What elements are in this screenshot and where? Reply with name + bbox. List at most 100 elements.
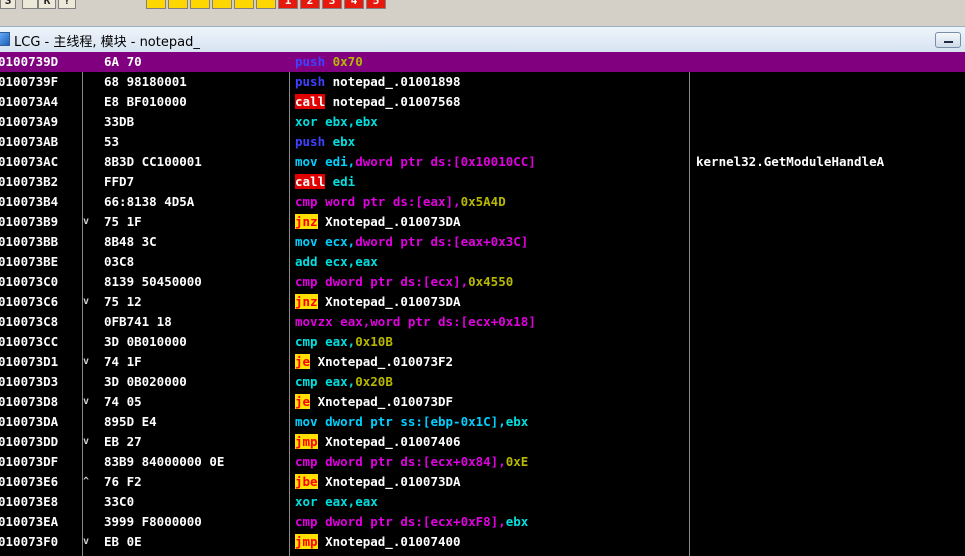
jump-down-marker: v [83, 296, 90, 307]
disassembly: jnz Xnotepad_.010073DA [295, 212, 461, 232]
address: 010073F0 [0, 534, 59, 549]
address: 010073B2 [0, 174, 59, 189]
address: 0100739D [0, 54, 59, 69]
toolbar-button[interactable]: 4 [344, 0, 364, 9]
mnemonic: mov [295, 414, 318, 429]
jump-down-marker: v [83, 436, 90, 447]
disasm-row[interactable]: 010073E6 ^ 76 F2 jbe Xnotepad_.010073DA [0, 472, 965, 492]
toolbar-button[interactable] [256, 0, 276, 9]
disasm-row[interactable]: 010073C0 8139 50450000 cmp dword ptr ds:[e… [0, 272, 965, 292]
toolbar-button[interactable] [190, 0, 210, 9]
operand: word ptr ds:[eax], [317, 194, 461, 209]
disasm-row[interactable]: 010073D1 v 74 1F je Xnotepad_.010073F2 [0, 352, 965, 372]
address: 010073C8 [0, 314, 59, 329]
operand: Xnotepad_.010073F2 [310, 354, 454, 369]
disassembly: xor eax,eax [295, 492, 378, 512]
address: 010073DF [0, 454, 59, 469]
hex-bytes: 0FB741 18 [104, 314, 172, 329]
toolbar-button[interactable]: 5 [366, 0, 386, 9]
disasm-row[interactable]: 010073BB 8B48 3C mov ecx,dword ptr ds:[eax… [0, 232, 965, 252]
mnemonic: call [295, 174, 326, 189]
address: 010073B9 [0, 214, 59, 229]
disasm-row[interactable]: 010073D8 v 74 05 je Xnotepad_.010073DF [0, 392, 965, 412]
disasm-row[interactable]: 010073D3 3D 0B020000 cmp eax,0x20B [0, 372, 965, 392]
disassembly: jnz Xnotepad_.010073DA [295, 292, 461, 312]
disasm-row[interactable]: 010073B2 FFD7 call edi [0, 172, 965, 192]
disassembly: push ebx [295, 132, 355, 152]
address: 010073B4 [0, 194, 59, 209]
operand: notepad_.01001898 [325, 74, 461, 89]
minimize-button[interactable] [935, 32, 961, 48]
toolbar-button[interactable]: K [38, 0, 56, 9]
toolbar-button[interactable] [234, 0, 254, 9]
disassembly-grid[interactable]: 0100739D 6A 70 push 0x70 0100739F 68 9818000… [0, 52, 965, 556]
address: 010073E6 [0, 474, 59, 489]
disasm-row[interactable]: 010073A4 E8 BF010000 call notepad_.0100756… [0, 92, 965, 112]
disasm-row[interactable]: 010073CC 3D 0B010000 cmp eax,0x10B [0, 332, 965, 352]
operand: dword ptr ss:[ebp-0x1C], [317, 414, 506, 429]
disasm-row[interactable]: 010073EA 3999 F8000000 cmp dword ptr ds:[e… [0, 512, 965, 532]
disasm-row[interactable]: 010073BE 03C8 add ecx,eax [0, 252, 965, 272]
disassembly: push notepad_.01001898 [295, 72, 461, 92]
hex-bytes: 74 1F [104, 354, 142, 369]
toolbar-button[interactable] [22, 0, 38, 9]
hex-bytes: 8B3D CC100001 [104, 154, 202, 169]
jump-down-marker: v [83, 396, 90, 407]
toolbar-button[interactable]: 1 [278, 0, 298, 9]
mnemonic: jnz [295, 214, 318, 229]
operand: Xnotepad_.01007406 [317, 434, 461, 449]
disasm-row[interactable]: 010073A9 33DB xor ebx,ebx [0, 112, 965, 132]
toolbar-button[interactable] [146, 0, 166, 9]
disasm-row[interactable]: 010073AC 8B3D CC100001 mov edi,dword ptr d… [0, 152, 965, 172]
toolbar-button[interactable]: ? [58, 0, 76, 9]
operand: ebx,ebx [317, 114, 378, 129]
disasm-row[interactable]: 010073DF 83B9 84000000 0E cmp dword ptr ds… [0, 452, 965, 472]
disasm-row[interactable]: 010073C8 0FB741 18 movzx eax,word ptr ds:[… [0, 312, 965, 332]
mnemonic: jmp [295, 434, 318, 449]
disassembly: mov dword ptr ss:[ebp-0x1C],ebx [295, 412, 528, 432]
disasm-row[interactable]: 010073B9 v 75 1F jnz Xnotepad_.010073DA [0, 212, 965, 232]
operand: dword ptr ds:[eax+0x3C] [355, 234, 529, 249]
toolbar-button[interactable]: 3 [322, 0, 342, 9]
operand: dword ptr ds:[ecx], [317, 274, 469, 289]
toolbar-button[interactable]: S [0, 0, 16, 9]
toolbar-button[interactable] [168, 0, 188, 9]
hex-bytes: E8 BF010000 [104, 94, 187, 109]
comment: kernel32.GetModuleHandleA [696, 154, 885, 169]
address: 0100739F [0, 74, 59, 89]
operand: ecx,eax [317, 254, 378, 269]
hex-bytes: 33C0 [104, 494, 135, 509]
mnemonic: cmp [295, 274, 318, 289]
operand: ebx [325, 134, 356, 149]
disassembly: push 0x70 [295, 52, 363, 72]
disassembly: cmp dword ptr ds:[ecx],0x4550 [295, 272, 513, 292]
toolbar-button[interactable] [212, 0, 232, 9]
toolbar-button[interactable]: 2 [300, 0, 320, 9]
disasm-row[interactable]: 0100739F 68 98180001 push notepad_.0100189… [0, 72, 965, 92]
hex-bytes: 8B48 3C [104, 234, 157, 249]
disasm-row[interactable]: 010073DA 895D E4 mov dword ptr ss:[ebp-0x1… [0, 412, 965, 432]
disassembly: mov ecx,dword ptr ds:[eax+0x3C] [295, 232, 528, 252]
window-title: LCG - 主线程, 模块 - notepad_ [14, 35, 200, 50]
disasm-row[interactable]: 010073DD v EB 27 jmp Xnotepad_.01007406 [0, 432, 965, 452]
operand: notepad_.01007568 [325, 94, 461, 109]
disasm-row[interactable]: 0100739D 6A 70 push 0x70 [0, 52, 965, 72]
disassembly: xor ebx,ebx [295, 112, 378, 132]
address: 010073DA [0, 414, 59, 429]
disasm-row[interactable]: 010073B4 66:8138 4D5A cmp word ptr ds:[eax… [0, 192, 965, 212]
hex-bytes: 3D 0B010000 [104, 334, 187, 349]
jump-down-marker: v [83, 356, 90, 367]
operand: ebx [505, 414, 529, 429]
disasm-row[interactable]: 010073F0 v EB 0E jmp Xnotepad_.01007400 [0, 532, 965, 552]
operand: eax, [317, 374, 356, 389]
mnemonic: call [295, 94, 326, 109]
disasm-row[interactable]: 010073E8 33C0 xor eax,eax [0, 492, 965, 512]
disasm-row[interactable]: 010073C6 v 75 12 jnz Xnotepad_.010073DA [0, 292, 965, 312]
mnemonic: push [295, 134, 326, 149]
mnemonic: cmp [295, 454, 318, 469]
mnemonic: push [295, 54, 326, 69]
mnemonic: mov [295, 234, 318, 249]
address: 010073BE [0, 254, 59, 269]
jump-down-marker: v [83, 216, 90, 227]
disasm-row[interactable]: 010073AB 53 push ebx [0, 132, 965, 152]
